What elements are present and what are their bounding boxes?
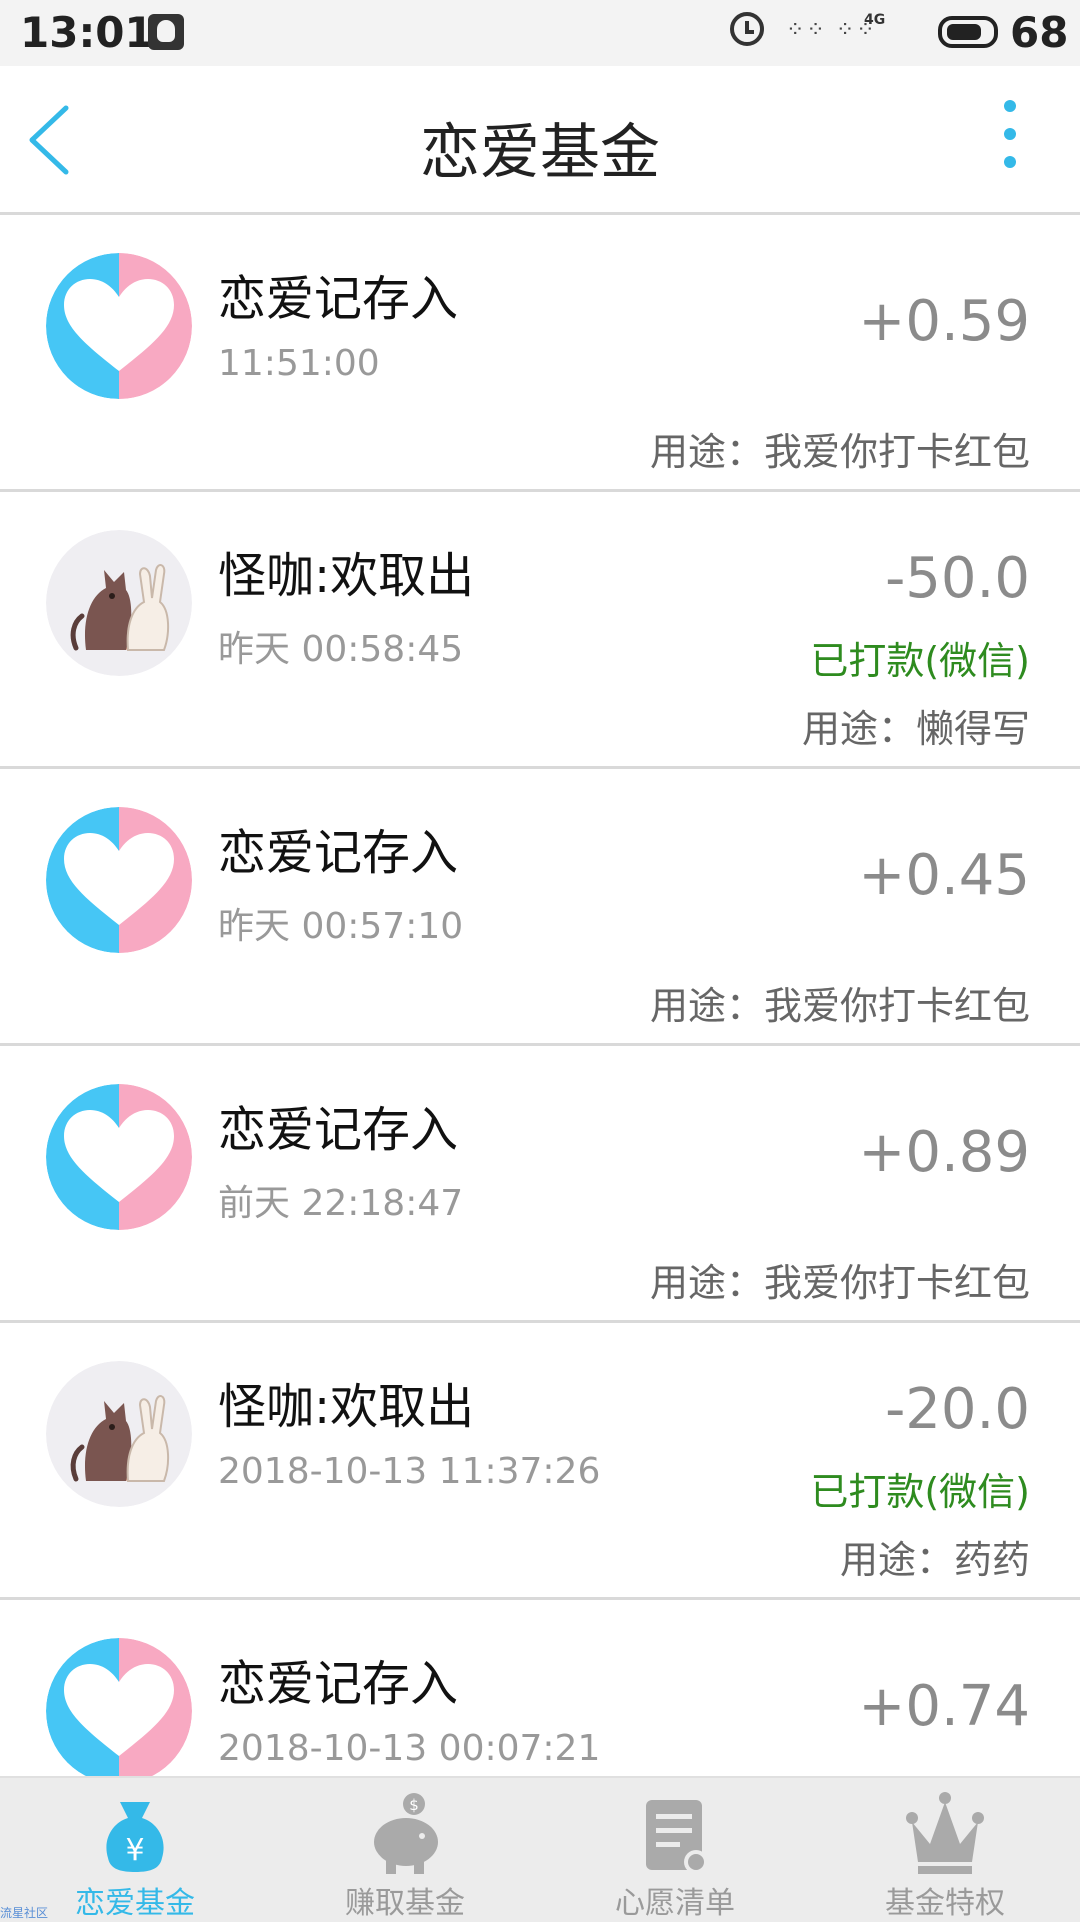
svg-text:¥: ¥	[125, 1833, 144, 1868]
alarm-icon	[730, 12, 764, 46]
network-type: 4G	[864, 12, 886, 28]
record-title: 恋爱记存入	[218, 825, 459, 881]
record-time: 昨天 00:57:10	[218, 906, 464, 947]
record-amount: -50.0	[885, 546, 1030, 611]
page-title: 恋爱基金	[420, 118, 660, 188]
record-title: 怪咖:欢取出	[218, 548, 475, 604]
record-row[interactable]: 恋爱记存入 11:51:00 +0.59 用途：我爱你打卡红包	[0, 215, 1080, 492]
crown-icon	[900, 1788, 990, 1878]
avatar	[46, 1361, 192, 1507]
avatar	[46, 807, 192, 953]
nav-item-money-bag[interactable]: ¥ 恋爱基金	[0, 1778, 270, 1922]
record-row[interactable]: 恋爱记存入昨天 00:57:10 +0.45 用途：我爱你打卡红包	[0, 769, 1080, 1046]
watermark: 流星社区	[0, 1906, 49, 1920]
status-time: 13:01	[20, 8, 154, 57]
record-status: 已打款(微信)	[810, 639, 1030, 683]
record-amount: +0.89	[858, 1120, 1030, 1185]
record-time: 昨天 00:58:45	[218, 629, 464, 670]
battery-icon	[938, 16, 998, 48]
more-dot-icon	[1004, 100, 1016, 112]
fund-record-list: 恋爱记存入 11:51:00 +0.59 用途：我爱你打卡红包 怪咖:欢取出 昨天 00…	[0, 215, 1080, 1877]
record-amount: +0.59	[858, 289, 1030, 354]
cat-rabbit-avatar-icon	[46, 1361, 192, 1507]
record-status: 已打款(微信)	[810, 1470, 1030, 1514]
record-purpose: 用途：药药	[839, 1538, 1030, 1582]
app-header: 恋爱基金	[0, 66, 1080, 215]
heart-icon	[46, 807, 192, 953]
bottom-nav: ¥ 恋爱基金 $ 赚取基金 心愿清单 基金特权	[0, 1776, 1080, 1922]
record-amount: +0.74	[858, 1674, 1030, 1739]
nav-item-wishlist[interactable]: 心愿清单	[540, 1778, 810, 1922]
record-row[interactable]: 怪咖:欢取出 2018-10-13 11:37:26 -20.0 已打款(微信) 用途：…	[0, 1323, 1080, 1600]
avatar	[46, 253, 192, 399]
cat-rabbit-avatar-icon	[46, 530, 192, 676]
heart-icon	[46, 1638, 192, 1784]
nav-label: 心愿清单	[615, 1886, 735, 1921]
record-title: 恋爱记存入	[218, 271, 459, 327]
heart-icon	[46, 1084, 192, 1230]
nav-item-piggy-bank[interactable]: $ 赚取基金	[270, 1778, 540, 1922]
status-bar: 13:01 ⁘⁘ ⁘⁘ 4G 68	[0, 0, 1080, 66]
svg-text:$: $	[409, 1796, 419, 1814]
record-row[interactable]: 怪咖:欢取出昨天 00:58:45 -50.0 已打款(微信) 用途：懒得写	[0, 492, 1080, 769]
piggy-bank-icon: $	[360, 1788, 450, 1878]
record-title: 怪咖:欢取出	[218, 1379, 475, 1435]
wishlist-icon	[630, 1788, 720, 1878]
heart-icon	[46, 253, 192, 399]
record-title: 恋爱记存入	[218, 1102, 459, 1158]
record-purpose: 用途：我爱你打卡红包	[649, 430, 1030, 474]
avatar	[46, 530, 192, 676]
qq-notification-icon	[148, 14, 184, 50]
nav-item-crown[interactable]: 基金特权	[810, 1778, 1080, 1922]
money-bag-icon: ¥	[90, 1788, 180, 1878]
avatar	[46, 1084, 192, 1230]
avatar	[46, 1638, 192, 1784]
record-amount: -20.0	[885, 1377, 1030, 1442]
more-dot-icon	[1004, 128, 1016, 140]
record-purpose: 用途：我爱你打卡红包	[649, 1261, 1030, 1305]
nav-label: 赚取基金	[345, 1886, 465, 1921]
record-purpose: 用途：我爱你打卡红包	[649, 984, 1030, 1028]
record-time: 2018-10-13 00:07:21	[218, 1728, 601, 1769]
record-title: 恋爱记存入	[218, 1656, 459, 1712]
more-menu-button[interactable]	[996, 100, 1024, 180]
more-dot-icon	[1004, 156, 1016, 168]
record-time: 前天 22:18:47	[218, 1183, 464, 1224]
record-time: 11:51:00	[218, 343, 380, 384]
record-purpose: 用途：懒得写	[801, 707, 1030, 751]
battery-level: 68	[1010, 8, 1069, 57]
nav-label: 基金特权	[885, 1886, 1005, 1921]
record-time: 2018-10-13 11:37:26	[218, 1451, 601, 1492]
record-row[interactable]: 恋爱记存入前天 22:18:47 +0.89 用途：我爱你打卡红包	[0, 1046, 1080, 1323]
record-amount: +0.45	[858, 843, 1030, 908]
